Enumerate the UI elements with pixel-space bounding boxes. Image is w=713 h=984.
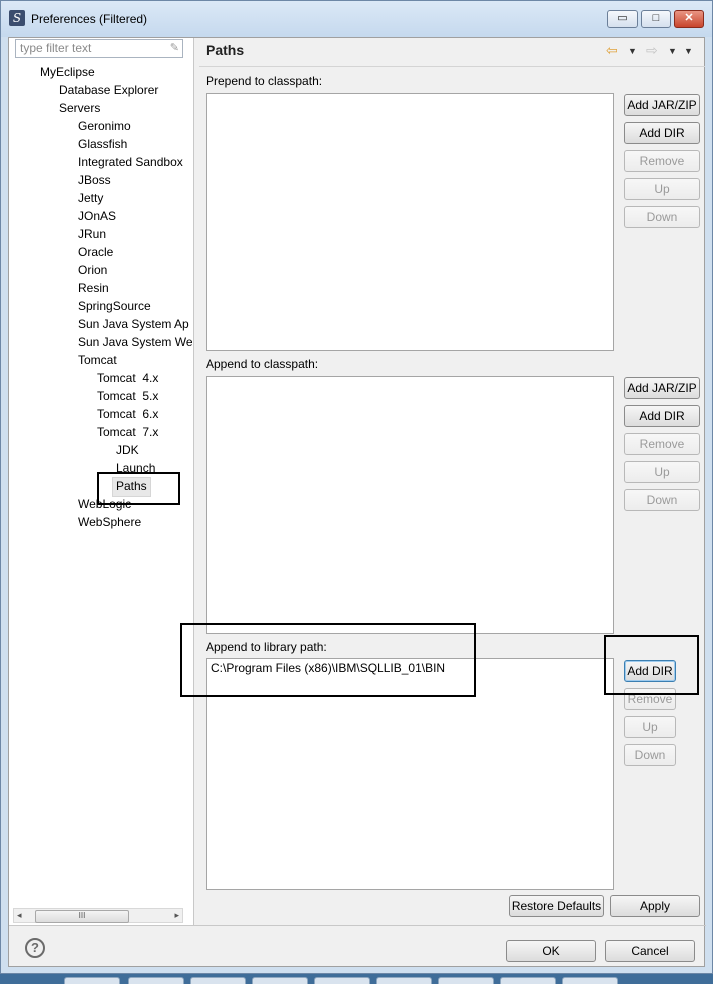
tree-item-jetty[interactable]: Jetty [78, 189, 103, 207]
taskbar-item[interactable] [314, 977, 370, 984]
taskbar-item[interactable] [190, 977, 246, 984]
tree-item-paths[interactable]: Paths [112, 477, 151, 497]
prepend-down-button[interactable]: Down [624, 206, 700, 228]
append-classpath-label: Append to classpath: [206, 357, 319, 371]
clear-filter-icon[interactable]: ✎ [170, 40, 179, 57]
library-path-label: Append to library path: [206, 640, 327, 654]
library-down-button[interactable]: Down [624, 744, 676, 766]
prepend-add-jar-button[interactable]: Add JAR/ZIP [624, 94, 700, 116]
minimize-button[interactable]: ▭ [607, 10, 638, 28]
taskbar-item[interactable] [64, 977, 120, 984]
tree-item-geronimo[interactable]: Geronimo [78, 117, 131, 135]
close-button[interactable]: ✕ [674, 10, 704, 28]
append-add-dir-button[interactable]: Add DIR [624, 405, 700, 427]
preference-tree-pane: type filter text ✎ MyEclipse Database Ex… [9, 38, 194, 926]
append-add-jar-button[interactable]: Add JAR/ZIP [624, 377, 700, 399]
view-menu-icon[interactable]: ▼ [684, 46, 693, 56]
tree-item-servers[interactable]: Servers [59, 99, 100, 117]
tree-item-tomcat-4x[interactable]: Tomcat 4.x [97, 369, 158, 387]
title-bar[interactable]: S Preferences (Filtered) ▭ □ ✕ [1, 1, 712, 37]
prepend-classpath-list[interactable] [206, 93, 614, 351]
forward-dropdown-icon[interactable]: ▼ [668, 46, 677, 56]
prepend-remove-button[interactable]: Remove [624, 150, 700, 172]
scrollbar-thumb[interactable]: III [35, 910, 129, 923]
tree-item-tomcat-5x[interactable]: Tomcat 5.x [97, 387, 158, 405]
forward-arrow-icon[interactable]: ⇨ [646, 42, 658, 59]
append-up-button[interactable]: Up [624, 461, 700, 483]
back-arrow-icon[interactable]: ⇦ [606, 42, 618, 59]
tree-item-myeclipse[interactable]: MyEclipse [40, 63, 95, 81]
tree-item-websphere[interactable]: WebSphere [78, 513, 141, 531]
tree-item-resin[interactable]: Resin [78, 279, 109, 297]
append-down-button[interactable]: Down [624, 489, 700, 511]
tree-item-jonas[interactable]: JOnAS [78, 207, 116, 225]
library-up-button[interactable]: Up [624, 716, 676, 738]
taskbar-item[interactable] [438, 977, 494, 984]
restore-defaults-button[interactable]: Restore Defaults [509, 895, 604, 917]
tree-item-orion[interactable]: Orion [78, 261, 107, 279]
append-classpath-list[interactable] [206, 376, 614, 634]
scroll-right-icon[interactable]: ▸ [174, 909, 179, 922]
back-dropdown-icon[interactable]: ▼ [628, 46, 637, 56]
scroll-left-icon[interactable]: ◂ [17, 909, 22, 922]
tree-item-tomcat-7x[interactable]: Tomcat 7.x [97, 423, 158, 441]
library-path-entry[interactable]: C:\Program Files (x86)\IBM\SQLLIB_01\BIN [211, 661, 445, 675]
tree-item-jdk[interactable]: JDK [116, 441, 139, 459]
filter-input[interactable]: type filter text ✎ [15, 39, 183, 58]
tree-item-glassfish[interactable]: Glassfish [78, 135, 127, 153]
tree-item-jboss[interactable]: JBoss [78, 171, 111, 189]
library-add-dir-button[interactable]: Add DIR [624, 660, 676, 682]
tree-item-database-explorer[interactable]: Database Explorer [59, 81, 158, 99]
dialog-content: type filter text ✎ MyEclipse Database Ex… [8, 37, 706, 967]
myeclipse-app-icon: S [9, 10, 25, 26]
window-title: Preferences (Filtered) [31, 12, 148, 26]
tree-item-tomcat-6x[interactable]: Tomcat 6.x [97, 405, 158, 423]
taskbar-item[interactable] [376, 977, 432, 984]
taskbar-item[interactable] [128, 977, 184, 984]
ok-button[interactable]: OK [506, 940, 596, 962]
prepend-add-dir-button[interactable]: Add DIR [624, 122, 700, 144]
append-remove-button[interactable]: Remove [624, 433, 700, 455]
prepend-classpath-label: Prepend to classpath: [206, 74, 323, 88]
taskbar-item[interactable] [252, 977, 308, 984]
tree-item-jrun[interactable]: JRun [78, 225, 106, 243]
tree-item-launch[interactable]: Launch [116, 459, 155, 477]
cancel-button[interactable]: Cancel [605, 940, 695, 962]
title-separator [199, 66, 705, 67]
tree-horizontal-scrollbar[interactable]: ◂ III ▸ [13, 908, 183, 923]
help-icon[interactable]: ? [25, 938, 45, 958]
taskbar-item[interactable] [562, 977, 618, 984]
tree-item-sun-java-system-we[interactable]: Sun Java System We [78, 333, 192, 351]
page-title: Paths [206, 42, 245, 58]
library-remove-button[interactable]: Remove [624, 688, 676, 710]
apply-button[interactable]: Apply [610, 895, 700, 917]
prepend-up-button[interactable]: Up [624, 178, 700, 200]
tree-item-oracle[interactable]: Oracle [78, 243, 113, 261]
taskbar-item[interactable] [500, 977, 556, 984]
library-path-list[interactable]: C:\Program Files (x86)\IBM\SQLLIB_01\BIN [206, 658, 614, 890]
tree-item-springsource[interactable]: SpringSource [78, 297, 151, 315]
tree-item-integrated-sandbox[interactable]: Integrated Sandbox [78, 153, 183, 171]
preferences-window: S Preferences (Filtered) ▭ □ ✕ type filt… [0, 0, 713, 974]
footer-separator [9, 925, 706, 926]
tree-item-sun-java-system-ap[interactable]: Sun Java System Ap [78, 315, 192, 333]
filter-placeholder: type filter text [20, 41, 92, 55]
taskbar [0, 974, 713, 984]
tree-item-weblogic[interactable]: WebLogic [78, 495, 131, 513]
tree-item-tomcat[interactable]: Tomcat [78, 351, 117, 369]
maximize-button[interactable]: □ [641, 10, 671, 28]
